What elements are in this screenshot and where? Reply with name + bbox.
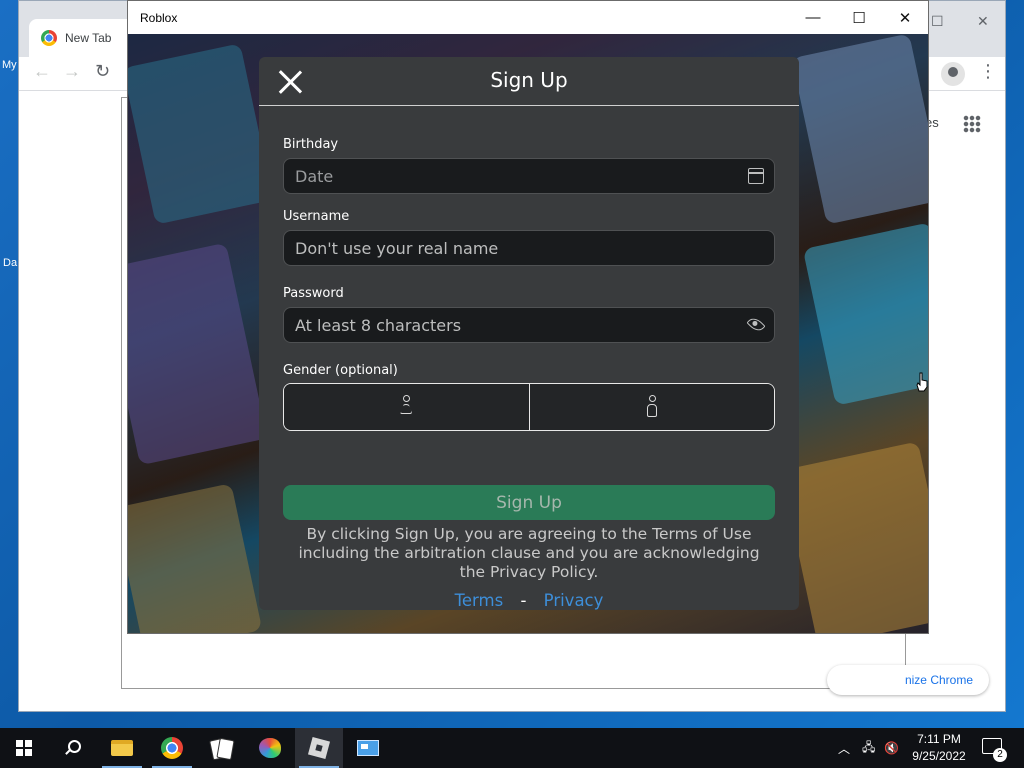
game-thumbnail-tile [128, 242, 268, 466]
birthday-date-field[interactable]: Date [283, 158, 775, 194]
modal-title: Sign Up [490, 68, 568, 92]
forward-icon[interactable]: → [63, 61, 81, 82]
show-password-eye-icon[interactable] [746, 314, 766, 335]
chrome-close-icon[interactable]: ✕ [977, 13, 989, 30]
customize-chrome-button[interactable]: nize Chrome [827, 665, 989, 695]
search-icon [64, 740, 81, 756]
back-icon[interactable]: ← [33, 61, 51, 82]
chrome-menu-icon[interactable]: ⋮ [979, 61, 997, 82]
calendar-icon[interactable] [748, 168, 764, 184]
username-label: Username [283, 209, 350, 224]
birthday-label: Birthday [283, 137, 339, 152]
taskbar-paint[interactable] [246, 728, 294, 768]
show-hidden-icons-chevron-icon[interactable]: ︿ [838, 728, 850, 768]
game-thumbnail-tile [128, 43, 274, 225]
chrome-icon [41, 30, 57, 46]
gender-male-button[interactable] [528, 384, 774, 430]
signup-button[interactable]: Sign Up [283, 485, 775, 520]
signup-modal: Sign Up Birthday Date Username Don't use… [259, 57, 799, 610]
profile-avatar-icon[interactable] [941, 62, 965, 86]
gender-label: Gender (optional) [283, 363, 398, 378]
close-icon: ✕ [898, 9, 912, 27]
birthday-placeholder: Date [295, 166, 334, 186]
volume-muted-icon[interactable]: 🔇 [884, 728, 899, 768]
username-input[interactable]: Don't use your real name [283, 230, 775, 266]
roblox-background-collage: Sign Up Birthday Date Username Don't use… [128, 34, 928, 633]
gender-selector [283, 383, 775, 431]
clock-time: 7:11 PM [917, 732, 961, 746]
windows-logo-icon [16, 740, 32, 756]
paint-palette-icon [259, 738, 281, 758]
taskbar-chrome[interactable] [148, 728, 196, 768]
taskbar-search-button[interactable] [48, 728, 96, 768]
chrome-maximize-icon[interactable]: ☐ [931, 13, 944, 30]
start-button[interactable] [0, 728, 48, 768]
taskbar-clock[interactable]: 7:11 PM 9/25/2022 [906, 731, 972, 765]
network-icon[interactable]: 🖧 [862, 728, 875, 768]
desktop-icon-label-fragment[interactable]: My [2, 59, 17, 71]
notification-count-badge: 2 [993, 748, 1007, 762]
gender-female-button[interactable] [284, 384, 529, 430]
game-thumbnail-tile [128, 483, 263, 633]
game-thumbnail-tile [802, 222, 928, 406]
taskbar-solitaire[interactable] [197, 728, 245, 768]
legal-disclaimer: By clicking Sign Up, you are agreeing to… [298, 525, 760, 581]
game-thumbnail-tile [780, 441, 928, 633]
maximize-button[interactable]: ☐ [836, 1, 882, 34]
terms-link[interactable]: Terms [455, 591, 504, 610]
chrome-icon [161, 737, 183, 759]
roblox-icon [307, 736, 331, 760]
password-input[interactable]: At least 8 characters [283, 307, 775, 343]
roblox-window: Roblox — ☐ ✕ Sign Up Birthday Date Usern… [127, 0, 929, 634]
window-title: Roblox [140, 10, 178, 25]
folder-icon [111, 740, 133, 756]
google-apps-icon[interactable] [963, 115, 981, 133]
privacy-link[interactable]: Privacy [544, 591, 604, 610]
reload-icon[interactable]: ↻ [95, 61, 110, 82]
game-thumbnail-tile [791, 34, 928, 225]
male-icon [645, 395, 659, 419]
desktop-icon-label-fragment[interactable]: Da [3, 257, 17, 269]
taskbar-app[interactable] [344, 728, 392, 768]
app-window-icon [357, 740, 379, 756]
female-icon [399, 395, 413, 419]
hand-cursor-icon [916, 372, 928, 392]
minimize-button[interactable]: — [790, 1, 836, 34]
taskbar-roblox[interactable] [295, 728, 343, 768]
close-button[interactable]: ✕ [882, 1, 928, 34]
legal-links: Terms - Privacy [259, 591, 799, 610]
taskbar-file-explorer[interactable] [98, 728, 146, 768]
link-separator: - [520, 591, 527, 610]
password-label: Password [283, 286, 344, 301]
taskbar: ︿ 🖧 🔇 7:11 PM 9/25/2022 2 [0, 728, 1024, 768]
signup-button-label: Sign Up [496, 492, 562, 513]
playing-cards-icon [210, 738, 232, 758]
minimize-icon: — [805, 9, 821, 26]
tab-title: New Tab [65, 31, 112, 45]
clock-date: 9/25/2022 [912, 749, 966, 763]
maximize-icon: ☐ [852, 9, 866, 27]
password-placeholder: At least 8 characters [295, 315, 462, 335]
username-placeholder: Don't use your real name [295, 238, 499, 258]
customize-chrome-label: nize Chrome [904, 673, 973, 687]
modal-header: Sign Up [259, 57, 799, 106]
